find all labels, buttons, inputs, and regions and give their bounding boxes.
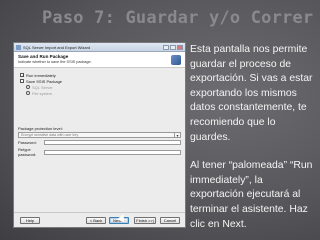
retype-password-input[interactable]: [44, 149, 181, 155]
close-icon[interactable]: [177, 44, 183, 50]
run-immediately-checkbox[interactable]: ✓: [20, 73, 25, 78]
slide-title: Paso 7: Guardar y/o Correr: [42, 8, 314, 28]
page-title: Save and Run Package: [18, 54, 69, 59]
explanation-text: Esta pantalla nos permite guardar el pro…: [190, 43, 317, 232]
wizard-icon: [171, 55, 181, 65]
retype-password-label: Retype password:: [18, 147, 37, 157]
password-input[interactable]: [44, 140, 181, 145]
page-subtitle: Indicate whether to save the SSIS packag…: [18, 60, 92, 64]
option-file-system[interactable]: File system: [26, 90, 181, 96]
finish-button[interactable]: Finish >>|: [134, 217, 156, 224]
dialog-window-title: SQL Server Import and Export Wizard: [23, 44, 91, 50]
password-row: Password:: [18, 140, 181, 145]
explanation-paragraph-2: Al tener “palomeada” “Run immediately”, …: [190, 160, 313, 230]
slide-background: Paso 7: Guardar y/o Correr SQL Server Im…: [0, 0, 320, 240]
save-ssis-checkbox[interactable]: [20, 79, 24, 83]
file-system-label: File system: [32, 90, 53, 96]
help-button[interactable]: Help: [20, 217, 40, 224]
dialog-titlebar: SQL Server Import and Export Wizard: [14, 43, 185, 52]
wizard-dialog-screenshot: SQL Server Import and Export Wizard Save…: [13, 42, 186, 228]
chevron-down-icon[interactable]: ▾: [174, 133, 180, 138]
save-ssis-label: Save SSIS Package: [26, 78, 63, 84]
dialog-body: ✓ Run immediately Save SSIS Package SQL …: [14, 68, 185, 161]
password-label: Password:: [18, 140, 37, 145]
cancel-button[interactable]: Cancel: [160, 217, 180, 224]
maximize-icon[interactable]: [170, 44, 176, 50]
back-button[interactable]: < Back: [86, 217, 106, 224]
run-immediately-label: Run immediately: [26, 72, 56, 78]
protection-level-label: Package protection level:: [18, 126, 63, 131]
app-icon: [16, 44, 21, 50]
dialog-footer: Help < Back Next > Finish >>| Cancel: [14, 212, 185, 227]
retype-password-row: Retype password:: [18, 147, 181, 157]
sql-server-label: SQL Server: [32, 84, 53, 90]
minimize-icon[interactable]: [163, 44, 169, 50]
protection-level-select[interactable]: Encrypt sensitive data with user key ▾: [18, 132, 181, 138]
explanation-paragraph-1: Esta pantalla nos permite guardar el pro…: [190, 44, 313, 143]
file-system-radio[interactable]: [26, 91, 30, 95]
sql-server-radio[interactable]: [26, 85, 30, 89]
dialog-header: Save and Run Package Indicate whether to…: [14, 52, 185, 68]
protection-level-value: Encrypt sensitive data with user key: [21, 133, 79, 137]
window-controls: [163, 44, 183, 50]
